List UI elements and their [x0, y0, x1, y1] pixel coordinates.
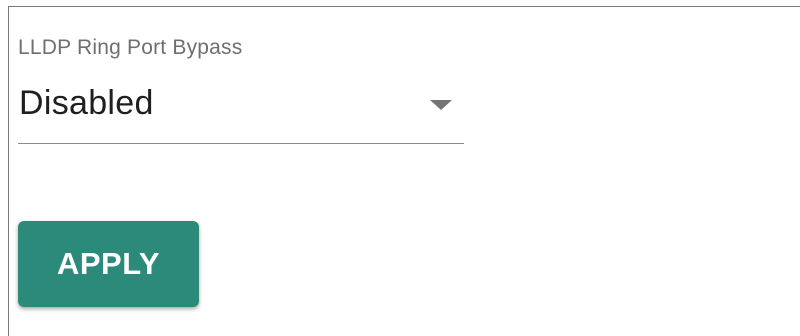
lldp-ring-port-bypass-label: LLDP Ring Port Bypass — [18, 36, 243, 59]
select-underline — [18, 143, 464, 144]
dropdown-arrow-icon[interactable] — [430, 100, 452, 110]
apply-button[interactable]: APPLY — [18, 221, 199, 307]
lldp-ring-port-bypass-select[interactable]: LLDP Ring Port Bypass Disabled — [18, 30, 464, 145]
lldp-ring-port-bypass-value[interactable]: Disabled — [19, 84, 154, 123]
